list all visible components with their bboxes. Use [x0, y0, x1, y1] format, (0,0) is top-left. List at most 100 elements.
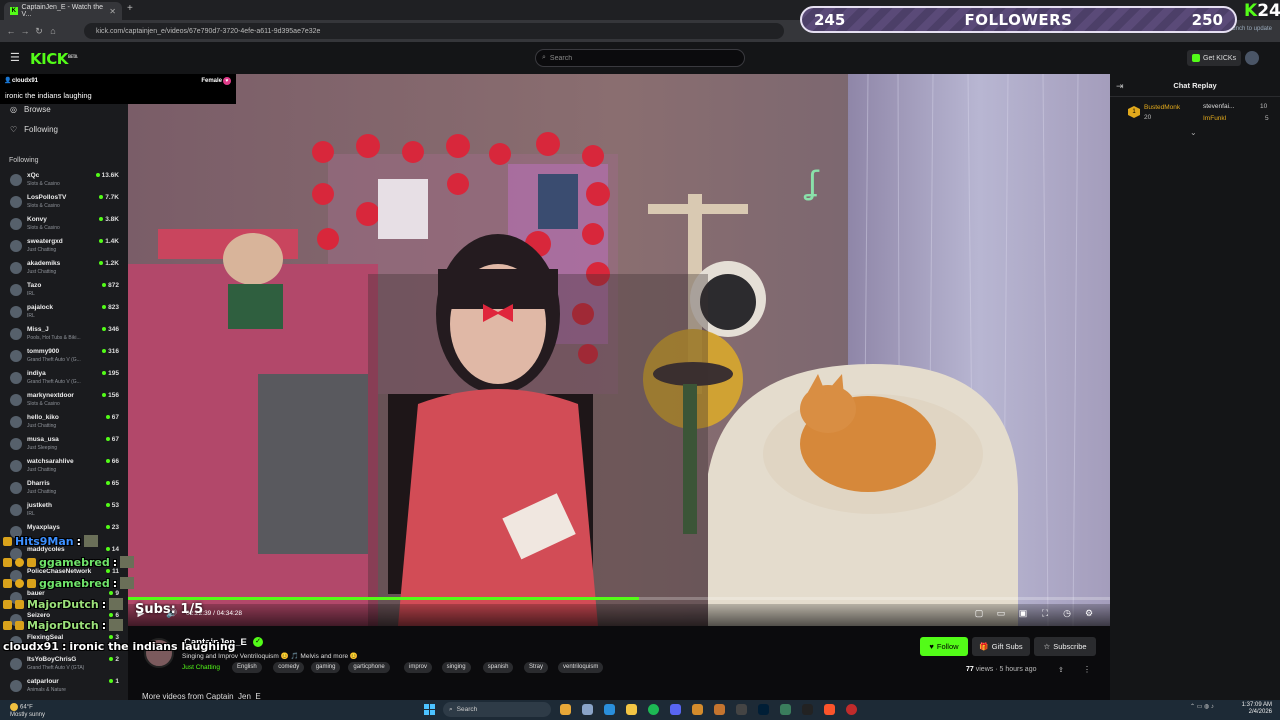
sidebar-following-item[interactable]: musa_usa Just Sleeping 67 — [8, 435, 124, 457]
close-tab-icon[interactable]: ✕ — [109, 7, 116, 16]
tag-chip[interactable]: gaming — [310, 662, 341, 673]
sidebar-following-item[interactable]: tommy900 Grand Theft Auto V (G... 316 — [8, 347, 124, 369]
channel-name: Tazo — [27, 282, 42, 289]
speed-icon[interactable]: ◷ — [1062, 608, 1072, 618]
get-kicks-button[interactable]: Get KICKs — [1187, 50, 1242, 66]
viewer-count: 2 — [109, 656, 119, 663]
sub-badge-icon — [3, 578, 12, 588]
tag-chip[interactable]: English — [232, 662, 262, 673]
system-tray[interactable]: ⌃ ▭ ◍ ♪ — [1190, 703, 1214, 710]
sidebar-following-item[interactable]: Miss_J Pools, Hot Tubs & Biki... 346 — [8, 325, 124, 347]
edge-icon[interactable] — [604, 704, 615, 715]
viewer-count: 7.7K — [99, 194, 119, 201]
taskbar-search[interactable]: ⌕ Search — [443, 702, 551, 717]
sidebar-following-item[interactable]: ItsYoBoyChrisG Grand Theft Auto V (GTA) 2 — [8, 655, 124, 677]
subscribe-button[interactable]: ☆ Subscribe — [1034, 637, 1096, 656]
address-bar[interactable]: kick.com/captainjen_e/videos/67e790d7-37… — [84, 23, 784, 39]
spotify-icon[interactable] — [648, 704, 659, 715]
browser-tab[interactable]: K CaptainJen_E - Watch the V... ✕ — [4, 2, 122, 20]
gift-subs-button[interactable]: 🎁 Gift Subs — [972, 637, 1030, 656]
emote-icon — [84, 535, 99, 547]
sidebar-following-item[interactable]: indiya Grand Theft Auto V (G... 195 — [8, 369, 124, 391]
follow-button[interactable]: ♥ Follow — [920, 637, 968, 656]
sidebar-item-following[interactable]: ♡ Following — [10, 125, 58, 134]
reload-icon[interactable]: ↻ — [32, 26, 46, 37]
chat-username: MajorDutch — [27, 618, 99, 632]
stream-info: CaptainJen_E ✓ Singing and Improv Ventri… — [128, 626, 1110, 701]
tag-chip[interactable]: singing — [441, 662, 471, 673]
sidebar-following-item[interactable]: LosPollosTV Slots & Casino 7.7K — [8, 193, 124, 215]
channel-name: watchsarahlive — [27, 458, 74, 465]
discord-icon[interactable] — [670, 704, 681, 715]
sidebar-following-item[interactable]: catparlour Animals & Nature 1 — [8, 677, 124, 699]
app-icon[interactable] — [692, 704, 703, 715]
brave-icon[interactable] — [824, 704, 835, 715]
goal-current: 245 — [814, 10, 846, 29]
sidebar-following-item[interactable]: Konvy Slots & Casino 3.8K — [8, 215, 124, 237]
chat-text: ironic the indians laughing — [69, 639, 236, 653]
fullscreen-icon[interactable]: ⛶ — [1040, 608, 1050, 618]
file-explorer-icon[interactable] — [626, 704, 637, 715]
tag-chip[interactable]: garticphone — [348, 662, 390, 673]
user-avatar[interactable] — [1245, 51, 1259, 65]
app-icon[interactable] — [846, 704, 857, 715]
clock[interactable]: 1:37:09 AM 2/4/2026 — [1236, 702, 1272, 716]
sidebar-following-item[interactable]: justketh IRL 53 — [8, 501, 124, 523]
channel-name: Miss_J — [27, 326, 49, 333]
chat-colon: : — [112, 576, 118, 590]
tag-chip[interactable]: improv — [404, 662, 433, 673]
avatar — [10, 416, 22, 428]
sidebar-following-item[interactable]: watchsarahlive Just Chatting 66 — [8, 457, 124, 479]
terminal-icon[interactable] — [802, 704, 813, 715]
settings-gear-icon[interactable]: ⚙ — [1084, 608, 1094, 618]
channel-category: Grand Theft Auto V (GTA) — [27, 665, 85, 671]
start-button[interactable] — [424, 704, 435, 715]
sub-badge-icon — [15, 599, 24, 609]
tag-chip[interactable]: Stray — [524, 662, 549, 673]
sidebar-item-browse[interactable]: ◎ Browse — [10, 105, 51, 114]
sidebar-following-item[interactable]: xQc Slots & Casino 13.6K — [8, 171, 124, 193]
avatar — [10, 372, 22, 384]
tag-chip[interactable]: comedy — [273, 662, 305, 673]
obs-icon[interactable] — [736, 704, 747, 715]
app-icon[interactable] — [780, 704, 791, 715]
sidebar-following-item[interactable]: markynextdoor Slots & Casino 156 — [8, 391, 124, 413]
viewer-count: 53 — [106, 502, 119, 509]
home-icon[interactable]: ⌂ — [46, 26, 60, 36]
back-icon[interactable]: ← — [4, 26, 18, 36]
viewer-count: 65 — [106, 480, 119, 487]
new-tab-icon[interactable]: + — [127, 3, 133, 14]
sidebar-following-item[interactable]: sweatergxd Just Chatting 1.4K — [8, 237, 124, 259]
tag-chip[interactable]: spanish — [482, 662, 514, 673]
theater-mode-icon[interactable]: ▭ — [996, 608, 1006, 618]
miniplayer-icon[interactable]: ▣ — [1018, 608, 1028, 618]
sidebar-following-item[interactable]: Dharris Just Chatting 65 — [8, 479, 124, 501]
chrome-icon[interactable] — [560, 704, 571, 715]
sub-badge-icon — [3, 599, 12, 609]
task-view-icon[interactable] — [582, 704, 593, 715]
sidebar-following-item[interactable]: hello_kiko Just Chatting 67 — [8, 413, 124, 435]
sidebar-following-item[interactable]: Tazo IRL 872 — [8, 281, 124, 303]
tag-chip[interactable]: ventriloquism — [558, 662, 604, 673]
app-icon[interactable] — [714, 704, 725, 715]
weather-widget[interactable]: 64°F Mostly sunny — [10, 703, 45, 719]
expand-leaderboard-icon[interactable]: ⌄ — [1190, 128, 1197, 137]
kick-logo[interactable]: KICKBETA — [30, 50, 78, 68]
video-progress-track[interactable] — [128, 597, 1110, 600]
viewer-count: 156 — [102, 392, 119, 399]
video-player[interactable]: ʆ ▶ 🔊 02:22:39 / 04:34:28 ▢ ▭ ▣ ⛶ ◷ ⚙ — [128, 74, 1110, 626]
more-options-icon[interactable]: ⋮ — [1083, 665, 1091, 674]
photoshop-icon[interactable] — [758, 704, 769, 715]
sidebar-following-item[interactable]: akademiks Just Chatting 1.2K — [8, 259, 124, 281]
chat-username: Hits9Man — [15, 534, 74, 548]
sidebar-following-item[interactable]: pajalock IRL 823 — [8, 303, 124, 325]
category-link[interactable]: Just Chatting — [182, 664, 220, 671]
chat-divider — [1110, 96, 1280, 97]
share-icon[interactable]: ⇪ — [1058, 666, 1064, 674]
clip-icon[interactable]: ▢ — [974, 608, 984, 618]
search-box[interactable]: ⌕ — [535, 49, 745, 67]
forward-icon[interactable]: → — [18, 26, 32, 36]
menu-icon[interactable]: ☰ — [10, 51, 20, 64]
search-input[interactable] — [549, 54, 730, 62]
chat-colon: : — [101, 618, 107, 632]
